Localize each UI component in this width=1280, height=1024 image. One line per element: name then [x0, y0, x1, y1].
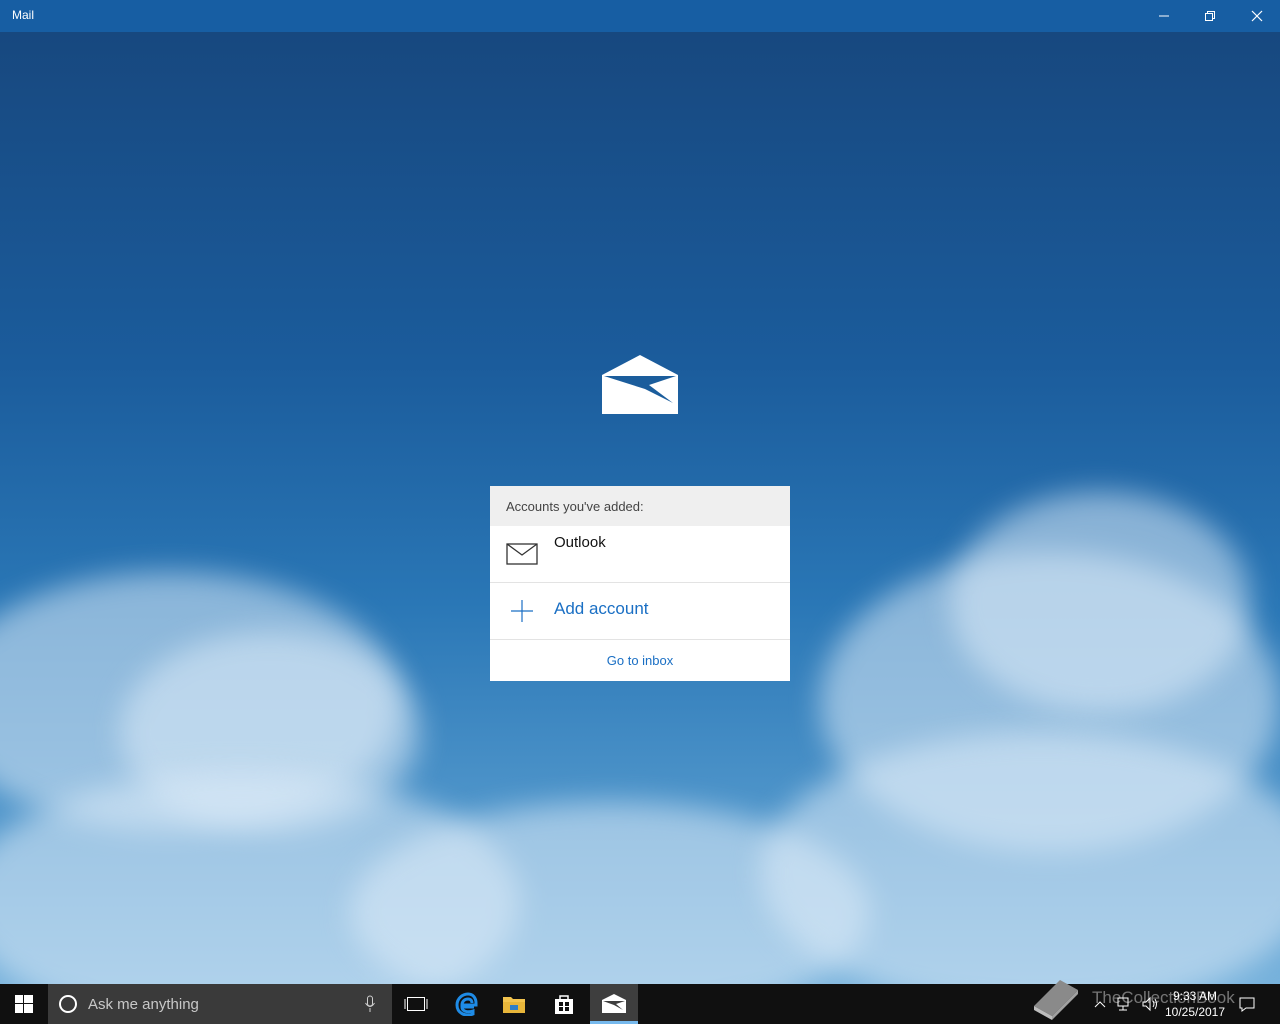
task-view-icon — [404, 997, 428, 1011]
search-box[interactable]: Ask me anything — [48, 984, 392, 1024]
task-view-button[interactable] — [392, 984, 440, 1024]
start-button[interactable] — [0, 984, 48, 1024]
cortana-icon — [59, 995, 77, 1013]
windows-icon — [15, 995, 33, 1013]
account-item-outlook[interactable]: Outlook — [490, 526, 790, 583]
edge-taskbar-button[interactable] — [442, 984, 490, 1024]
taskbar: Ask me anything — [0, 984, 1280, 1024]
clock[interactable]: 9:33 AM 10/25/2017 — [1160, 988, 1230, 1020]
volume-button[interactable] — [1142, 984, 1160, 1024]
panel-header: Accounts you've added: — [490, 486, 790, 526]
clock-time: 9:33 AM — [1172, 989, 1218, 1003]
close-icon — [1251, 10, 1263, 22]
title-bar: Mail — [0, 0, 1280, 32]
account-name: Outlook — [554, 534, 606, 551]
plus-icon — [511, 600, 533, 622]
mail-taskbar-button[interactable] — [590, 984, 638, 1024]
restore-button[interactable] — [1187, 0, 1233, 32]
notification-icon — [1239, 997, 1255, 1012]
chevron-up-icon — [1094, 1001, 1106, 1008]
minimize-button[interactable] — [1141, 0, 1187, 32]
action-center-button[interactable] — [1238, 984, 1256, 1024]
app-title: Mail — [12, 8, 35, 22]
clock-date: 10/25/2017 — [1164, 1005, 1226, 1019]
go-to-inbox-link[interactable]: Go to inbox — [490, 640, 790, 668]
accounts-panel: Accounts you've added: Outlook Add accou… — [490, 486, 790, 681]
mail-app-icon — [602, 994, 626, 1013]
add-account-label: Add account — [554, 599, 649, 618]
show-hidden-icons-button[interactable] — [1094, 984, 1106, 1024]
search-placeholder: Ask me anything — [88, 996, 199, 1013]
microphone-icon[interactable] — [364, 995, 376, 1013]
add-account-button[interactable]: Add account — [490, 583, 790, 640]
network-button[interactable] — [1116, 984, 1134, 1024]
book-watermark-icon — [1034, 980, 1078, 1020]
folder-icon — [503, 997, 525, 1013]
store-icon — [555, 995, 573, 1014]
file-explorer-button[interactable] — [490, 984, 538, 1024]
mail-logo-icon — [602, 355, 678, 414]
network-icon — [1117, 997, 1129, 1011]
mail-icon — [506, 543, 538, 565]
store-button[interactable] — [540, 984, 588, 1024]
minimize-icon — [1159, 15, 1169, 17]
restore-icon — [1205, 11, 1215, 21]
edge-icon — [455, 992, 478, 1016]
close-button[interactable] — [1234, 0, 1280, 32]
volume-icon — [1142, 996, 1157, 1012]
